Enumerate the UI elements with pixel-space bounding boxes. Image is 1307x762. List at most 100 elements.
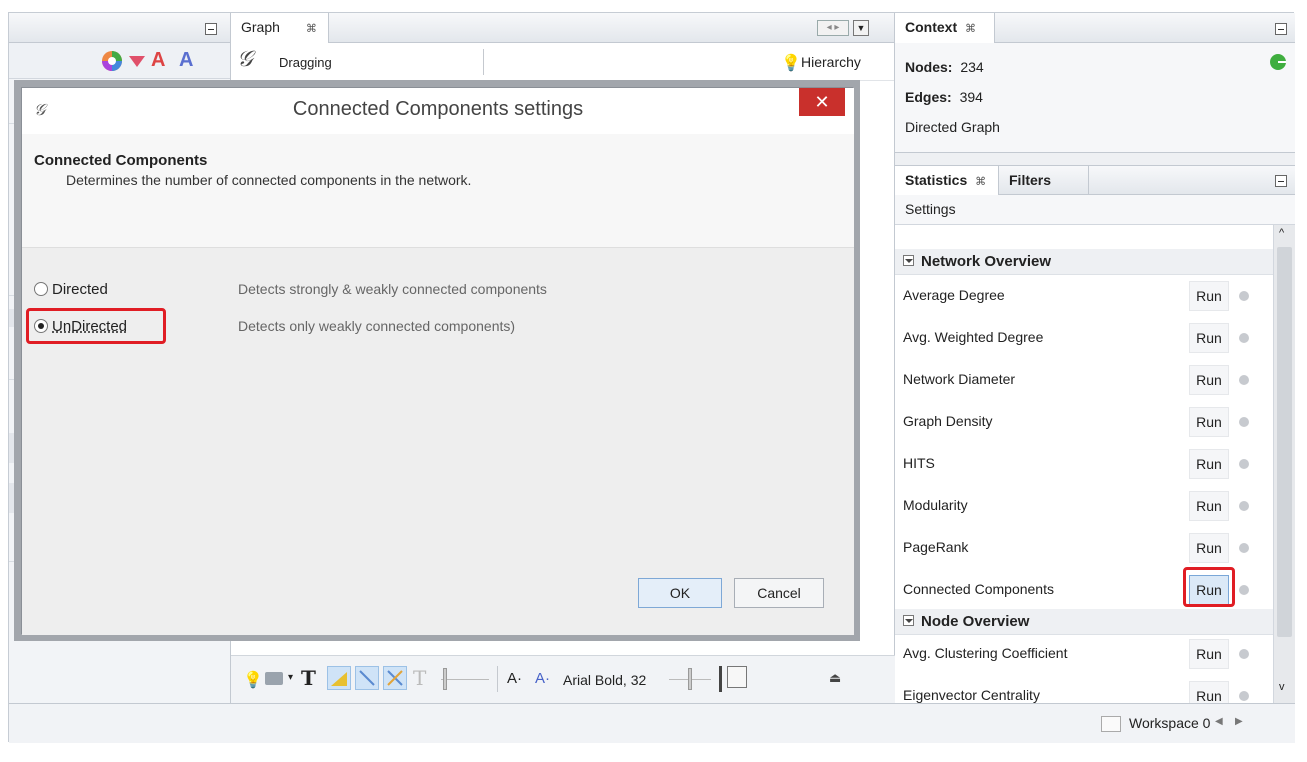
workspace-next-icon[interactable]: ▶ xyxy=(1235,716,1243,727)
run-button[interactable]: Run xyxy=(1189,281,1229,311)
font-label[interactable]: Arial Bold, 32 xyxy=(563,672,646,688)
color-wheel-icon[interactable] xyxy=(101,50,123,72)
tab-scroll-icon[interactable]: ◂ ▸ xyxy=(817,20,849,36)
collapse-icon[interactable] xyxy=(903,255,914,266)
close-tab-icon[interactable]: ⌘ xyxy=(965,23,976,35)
tab-filters[interactable]: Filters xyxy=(999,166,1089,196)
tab-graph[interactable]: Graph ⌘ xyxy=(231,13,329,43)
directed-radio[interactable] xyxy=(34,282,48,296)
size-icon[interactable] xyxy=(127,53,147,69)
label-size-icon[interactable]: A xyxy=(179,49,193,72)
slider-handle[interactable] xyxy=(443,668,447,690)
stat-label: Network Diameter xyxy=(903,371,1016,387)
stat-label: PageRank xyxy=(903,539,969,555)
nodes-label: Nodes: xyxy=(905,59,953,75)
close-tab-icon[interactable]: ⌘ xyxy=(975,176,986,188)
stat-row-avg-clustering-coefficient: Avg. Clustering Coefficient Run xyxy=(895,633,1273,675)
slider-handle[interactable] xyxy=(688,668,692,690)
tab-statistics[interactable]: Statistics ⌘ xyxy=(895,166,999,196)
close-tab-icon[interactable]: ⌘ xyxy=(306,23,317,35)
status-dot-icon xyxy=(1239,417,1249,427)
section-network-overview[interactable]: Network Overview xyxy=(895,249,1273,275)
dialog-title: Connected Components settings xyxy=(292,98,584,120)
collapse-icon[interactable] xyxy=(903,615,914,626)
status-dot-icon xyxy=(1239,459,1249,469)
section-node-overview[interactable]: Node Overview xyxy=(895,609,1273,635)
text-size-up-button[interactable]: A· xyxy=(535,670,550,687)
edge-icon[interactable] xyxy=(355,666,379,690)
close-button[interactable]: ✕ xyxy=(799,88,845,116)
stat-label: Average Degree xyxy=(903,287,1005,303)
clipboard-icon[interactable] xyxy=(727,666,747,688)
directed-label[interactable]: Directed xyxy=(52,281,108,298)
graph-toolbar: 𝒢 Dragging 💡 Hierarchy xyxy=(231,43,894,81)
status-dot-icon xyxy=(1239,691,1249,701)
gephi-logo-icon: 𝒢 xyxy=(237,47,253,72)
run-button[interactable]: Run xyxy=(1189,407,1229,437)
nodes-row: Nodes: 234 xyxy=(905,59,984,75)
eject-icon[interactable]: ⏏ xyxy=(829,670,841,686)
dialog-header: Connected Components Determines the numb… xyxy=(22,134,854,248)
text-size-down-button[interactable]: A· xyxy=(507,670,522,687)
status-dot-icon xyxy=(1239,291,1249,301)
run-button[interactable]: Run xyxy=(1189,491,1229,521)
right-column: Context ⌘ Nodes: 234 Edges: 394 Directed… xyxy=(895,13,1295,711)
lightbulb-icon: 💡 xyxy=(781,55,801,72)
ok-button[interactable]: OK xyxy=(638,578,722,608)
stat-row-average-degree: Average Degree Run xyxy=(895,275,1273,317)
toolbar-separator xyxy=(483,49,484,75)
refresh-status-icon[interactable] xyxy=(1269,53,1287,71)
run-button[interactable]: Run xyxy=(1189,323,1229,353)
tab-filters-label: Filters xyxy=(1009,172,1052,188)
highlight-box xyxy=(1183,567,1235,607)
tab-graph-label: Graph xyxy=(241,19,280,35)
stat-label: HITS xyxy=(903,455,935,471)
tab-list-icon[interactable]: ▼ xyxy=(853,20,869,36)
stat-row-pagerank: PageRank Run xyxy=(895,527,1273,569)
workspace-label[interactable]: Workspace 0 xyxy=(1129,715,1210,731)
run-button[interactable]: Run xyxy=(1189,449,1229,479)
stat-row-avg-weighted-degree: Avg. Weighted Degree Run xyxy=(895,317,1273,359)
status-bar: Workspace 0 ◀ ▶ xyxy=(9,703,1295,743)
dropdown-arrow-icon[interactable]: ▾ xyxy=(288,672,293,683)
graph-tabbar: Graph ⌘ ◂ ▸ ▼ xyxy=(231,13,894,43)
text-icon[interactable]: T xyxy=(301,666,316,690)
connected-components-dialog: 𝒢 Connected Components settings ✕ Connec… xyxy=(21,87,854,635)
dialog-body: Directed Detects strongly & weakly conne… xyxy=(22,248,854,635)
tab-statistics-label: Statistics xyxy=(905,172,968,188)
stat-row-modularity: Modularity Run xyxy=(895,485,1273,527)
settings-link[interactable]: Settings xyxy=(895,195,1295,225)
screenshot-icon[interactable] xyxy=(265,672,283,685)
lightbulb-icon[interactable]: 💡 xyxy=(243,670,263,690)
label-text-icon[interactable]: T xyxy=(413,666,426,690)
cancel-button[interactable]: Cancel xyxy=(734,578,824,608)
run-button[interactable]: Run xyxy=(1189,639,1229,669)
label-color-icon[interactable]: A xyxy=(151,49,165,72)
dialog-titlebar[interactable]: 𝒢 Connected Components settings ✕ xyxy=(22,88,854,134)
statistics-tabbar: Statistics ⌘ Filters xyxy=(895,165,1295,196)
run-button[interactable]: Run xyxy=(1189,365,1229,395)
status-dot-icon xyxy=(1239,501,1249,511)
minimize-icon[interactable] xyxy=(1275,175,1287,187)
status-dot-icon xyxy=(1239,375,1249,385)
scroll-up-icon[interactable]: ^ xyxy=(1279,227,1284,239)
hierarchy-label[interactable]: Hierarchy xyxy=(801,54,861,70)
mode-label: Dragging xyxy=(279,55,332,70)
minimize-icon[interactable] xyxy=(1275,23,1287,35)
stat-row-hits: HITS Run xyxy=(895,443,1273,485)
directed-desc: Detects strongly & weakly connected comp… xyxy=(238,281,547,297)
toolbar-separator xyxy=(719,666,722,692)
edges-value: 394 xyxy=(959,89,983,105)
minimize-icon[interactable] xyxy=(205,23,217,35)
edge-color-icon[interactable] xyxy=(327,666,351,690)
dialog-header-desc: Determines the number of connected compo… xyxy=(66,172,472,188)
stat-label: Avg. Clustering Coefficient xyxy=(903,645,1068,661)
scrollbar-thumb[interactable] xyxy=(1277,247,1292,637)
tab-context[interactable]: Context ⌘ xyxy=(895,13,995,43)
statistics-scrollbar[interactable]: ^ v xyxy=(1273,225,1295,703)
scroll-down-icon[interactable]: v xyxy=(1279,681,1285,693)
stat-row-network-diameter: Network Diameter Run xyxy=(895,359,1273,401)
workspace-prev-icon[interactable]: ◀ xyxy=(1215,716,1223,727)
run-button[interactable]: Run xyxy=(1189,533,1229,563)
edge-weight-icon[interactable] xyxy=(383,666,407,690)
